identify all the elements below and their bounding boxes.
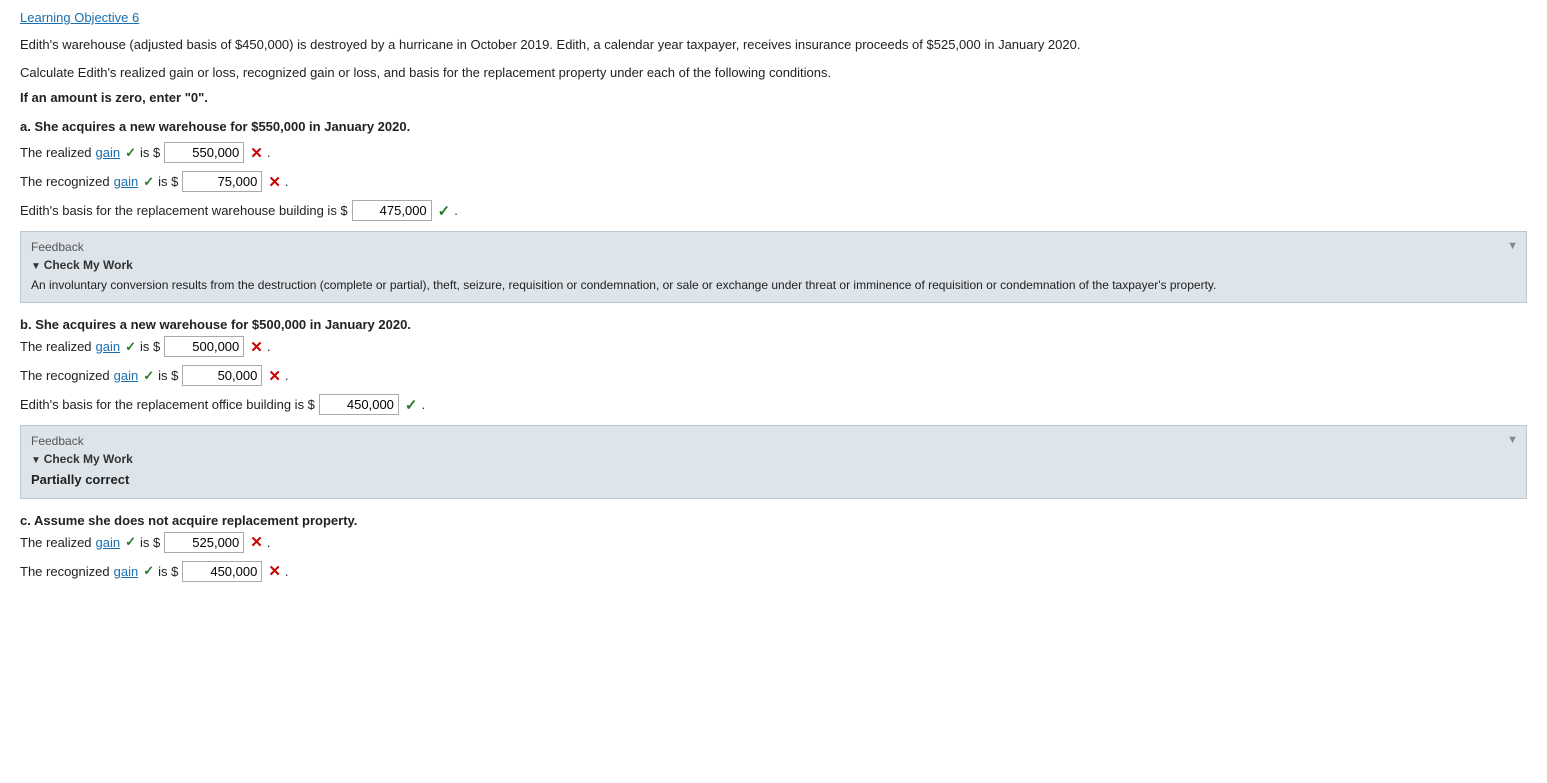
basis-prefix-b: Edith's basis for the replacement office… (20, 397, 315, 412)
recognized-period-c: . (285, 564, 289, 579)
recognized-input-c[interactable] (182, 561, 262, 582)
section-a-label: a. She acquires a new warehouse for $550… (20, 119, 1527, 134)
realized-period-b: . (267, 339, 271, 354)
feedback-header-b: Feedback (31, 434, 1516, 448)
section-c-letter: c. (20, 513, 31, 528)
basis-prefix-a: Edith's basis for the replacement wareho… (20, 203, 348, 218)
section-b-description: She acquires a new warehouse for $500,00… (35, 317, 411, 332)
realized-period-a: . (267, 145, 271, 160)
realized-input-a[interactable] (164, 142, 244, 163)
recognized-prefix-a: The recognized (20, 174, 110, 189)
zero-note: If an amount is zero, enter "0". (20, 90, 1527, 105)
section-a-realized-row: The realized gain ✓ is $ ✕ . (20, 142, 1527, 163)
section-a-letter: a. (20, 119, 31, 134)
realized-period-c: . (267, 535, 271, 550)
intro-text: Edith's warehouse (adjusted basis of $45… (20, 35, 1527, 55)
section-c-description: Assume she does not acquire replacement … (34, 513, 357, 528)
section-c-recognized-row: The recognized gain ✓ is $ ✕ . (20, 561, 1527, 582)
realized-gain-link-c[interactable]: gain (96, 535, 121, 550)
recognized-input-a[interactable] (182, 171, 262, 192)
realized-checkmark-b: ✓ (125, 339, 136, 355)
basis-input-a[interactable] (352, 200, 432, 221)
section-b-recognized-row: The recognized gain ✓ is $ ✕ . (20, 365, 1527, 386)
recognized-x-c: ✕ (268, 562, 281, 580)
feedback-box-b: Feedback ▼ Check My Work Partially corre… (20, 425, 1527, 499)
recognized-prefix-b: The recognized (20, 368, 110, 383)
recognized-period-a: . (285, 174, 289, 189)
realized-prefix-a: The realized (20, 145, 92, 160)
section-b-basis-row: Edith's basis for the replacement office… (20, 394, 1527, 415)
realized-x-b: ✕ (250, 338, 263, 356)
basis-checkmark-b: ✓ (405, 396, 418, 414)
realized-x-c: ✕ (250, 533, 263, 551)
realized-checkmark-a: ✓ (125, 145, 136, 161)
recognized-x-a: ✕ (268, 173, 281, 191)
recognized-is-b: is $ (158, 368, 178, 383)
feedback-box-a: Feedback ▼ Check My Work An involuntary … (20, 231, 1527, 303)
recognized-is-a: is $ (158, 174, 178, 189)
realized-is-a: is $ (140, 145, 160, 160)
realized-input-b[interactable] (164, 336, 244, 357)
realized-is-b: is $ (140, 339, 160, 354)
section-c-realized-row: The realized gain ✓ is $ ✕ . (20, 532, 1527, 553)
recognized-prefix-c: The recognized (20, 564, 110, 579)
basis-checkmark-a: ✓ (438, 202, 451, 220)
basis-period-b: . (421, 397, 425, 412)
section-c-label: c. Assume she does not acquire replaceme… (20, 513, 1527, 528)
recognized-gain-link-c[interactable]: gain (114, 564, 139, 579)
check-my-work-b: Check My Work (31, 452, 1516, 466)
recognized-checkmark-b: ✓ (143, 368, 154, 384)
realized-is-c: is $ (140, 535, 160, 550)
feedback-dropdown-arrow-a[interactable]: ▼ (1507, 240, 1518, 252)
realized-checkmark-c: ✓ (125, 534, 136, 550)
realized-prefix-c: The realized (20, 535, 92, 550)
recognized-input-b[interactable] (182, 365, 262, 386)
realized-x-a: ✕ (250, 144, 263, 162)
section-a-recognized-row: The recognized gain ✓ is $ ✕ . (20, 171, 1527, 192)
recognized-gain-link-a[interactable]: gain (114, 174, 139, 189)
recognized-checkmark-c: ✓ (143, 563, 154, 579)
basis-period-a: . (454, 203, 458, 218)
section-b-realized-row: The realized gain ✓ is $ ✕ . (20, 336, 1527, 357)
recognized-gain-link-b[interactable]: gain (114, 368, 139, 383)
section-b-label: b. She acquires a new warehouse for $500… (20, 317, 1527, 332)
feedback-dropdown-arrow-b[interactable]: ▼ (1507, 434, 1518, 446)
check-my-work-a: Check My Work (31, 258, 1516, 272)
basis-input-b[interactable] (319, 394, 399, 415)
feedback-content-a: An involuntary conversion results from t… (31, 276, 1516, 294)
section-a-basis-row: Edith's basis for the replacement wareho… (20, 200, 1527, 221)
feedback-header-a: Feedback (31, 240, 1516, 254)
section-b-letter: b. (20, 317, 32, 332)
calc-text: Calculate Edith's realized gain or loss,… (20, 63, 1527, 83)
recognized-is-c: is $ (158, 564, 178, 579)
realized-prefix-b: The realized (20, 339, 92, 354)
realized-input-c[interactable] (164, 532, 244, 553)
recognized-period-b: . (285, 368, 289, 383)
feedback-content-b: Partially correct (31, 470, 1516, 490)
realized-gain-link-b[interactable]: gain (96, 339, 121, 354)
learning-obj-link[interactable]: Learning Objective 6 (20, 10, 139, 25)
realized-gain-link-a[interactable]: gain (96, 145, 121, 160)
recognized-x-b: ✕ (268, 367, 281, 385)
section-a-description: She acquires a new warehouse for $550,00… (34, 119, 410, 134)
recognized-checkmark-a: ✓ (143, 174, 154, 190)
